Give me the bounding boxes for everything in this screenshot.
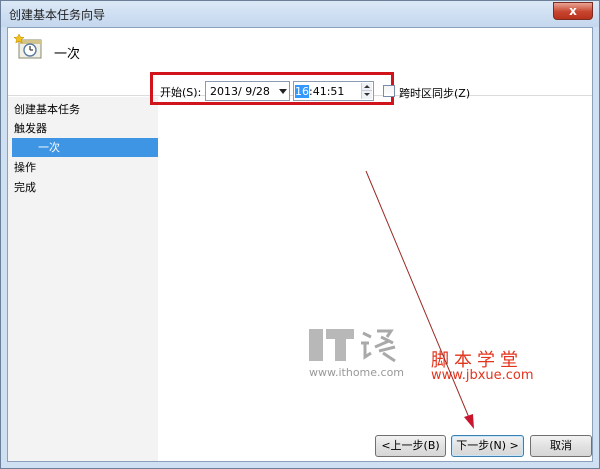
step-once[interactable]: 一次 (12, 138, 158, 157)
step-create-basic-task[interactable]: 创建基本任务 (12, 100, 158, 119)
sync-timezone-checkbox[interactable] (383, 85, 395, 97)
window-title: 创建基本任务向导 (9, 8, 106, 22)
start-label: 开始(S): (160, 86, 202, 99)
next-button[interactable]: 下一步(N) > (451, 435, 524, 457)
step-action[interactable]: 操作 (12, 158, 158, 177)
title-bar: 创建基本任务向导 x (1, 1, 599, 27)
close-icon: x (569, 4, 577, 18)
close-button[interactable]: x (553, 2, 593, 20)
chevron-down-icon[interactable] (279, 89, 287, 94)
wizard-step-list: 创建基本任务 触发器 一次 操作 完成 (8, 97, 158, 461)
step-finish[interactable]: 完成 (12, 178, 158, 197)
ithome-url-watermark: www.ithome.com (309, 366, 405, 379)
jbxue-url-watermark: www.jbxue.com (431, 368, 534, 383)
back-button[interactable]: <上一步(B) (375, 435, 446, 457)
page-title: 一次 (54, 47, 81, 62)
spin-down-icon[interactable] (362, 91, 372, 99)
start-time-minutes-seconds: :41:51 (309, 85, 345, 98)
start-time-hour[interactable]: 16 (295, 85, 309, 98)
start-time-value: 16:41:51 (295, 85, 344, 98)
sync-timezone-label[interactable]: 跨时区同步(Z) (399, 85, 470, 101)
spin-up-icon[interactable] (362, 83, 372, 91)
start-date-picker[interactable]: 2013/ 9/28 (205, 81, 290, 101)
time-spinner[interactable] (361, 83, 372, 99)
step-trigger[interactable]: 触发器 (12, 119, 158, 138)
cancel-button[interactable]: 取消 (530, 435, 592, 457)
ithome-logo-watermark (309, 329, 396, 363)
start-date-value: 2013/ 9/28 (210, 85, 270, 98)
scheduled-task-clock-icon (14, 34, 42, 59)
task-wizard-window: 创建基本任务向导 x 一次 创建基本任务 触发器 一次 操作 完成 开始(S):… (0, 0, 600, 469)
start-time-input[interactable]: 16:41:51 (293, 81, 374, 101)
